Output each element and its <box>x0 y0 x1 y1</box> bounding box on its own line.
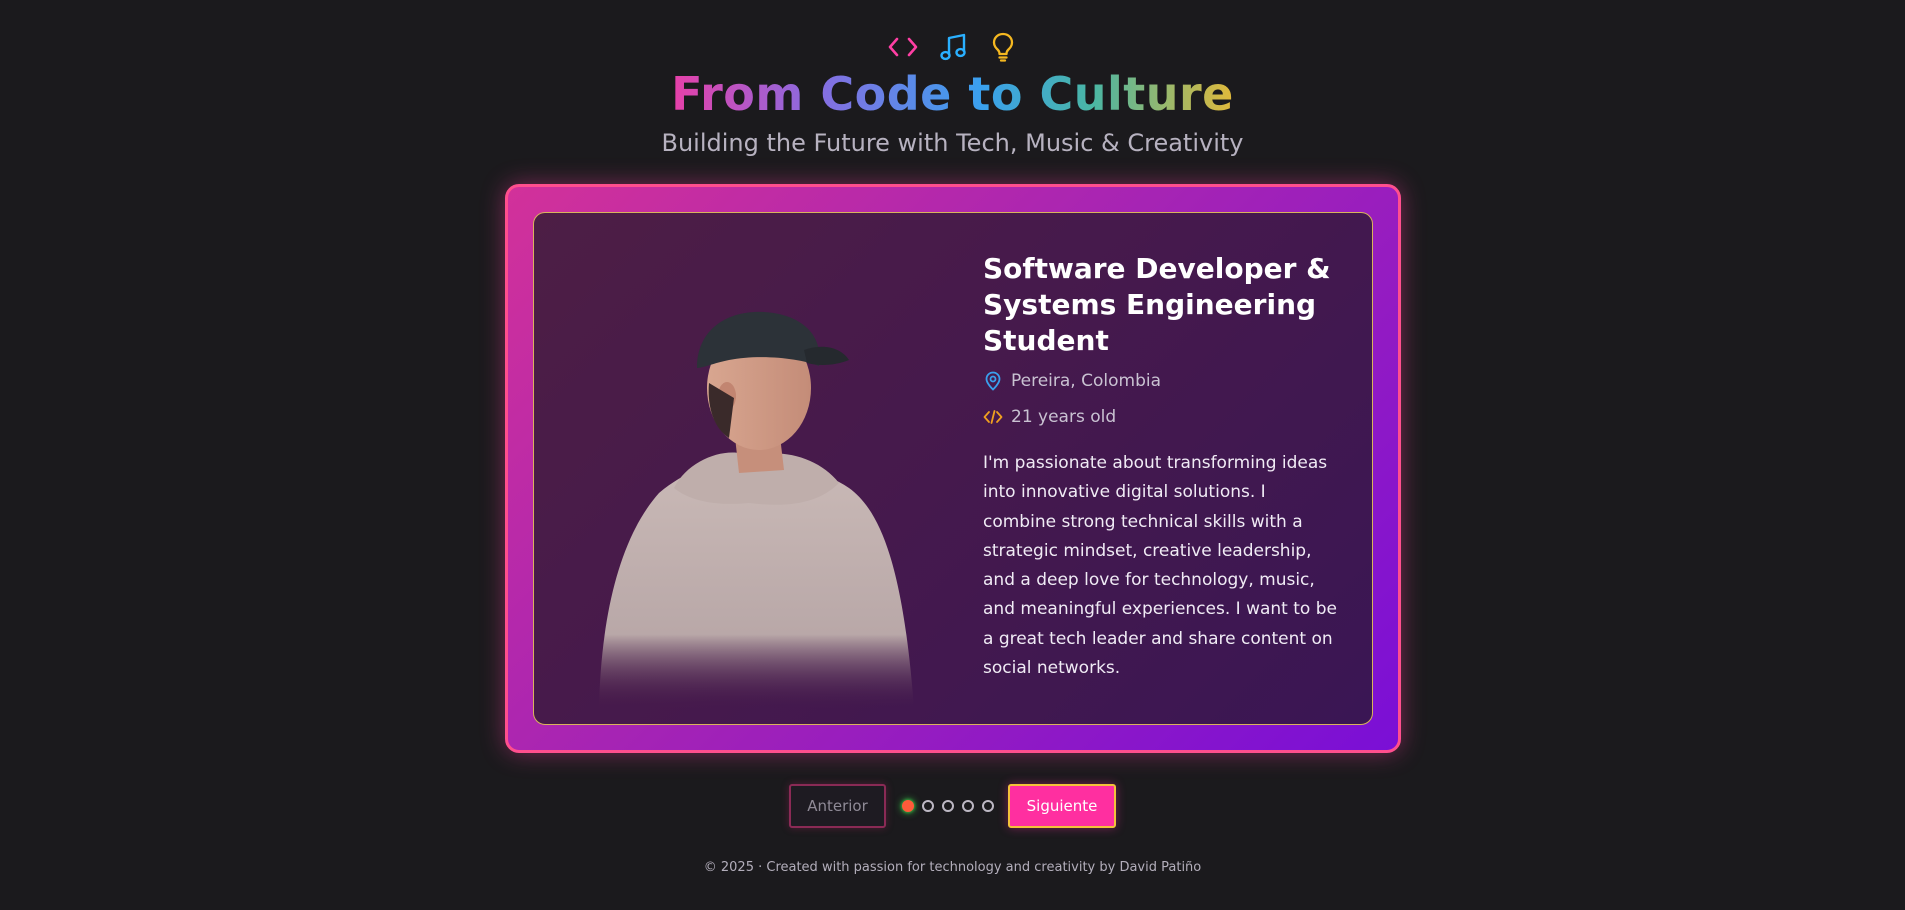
page: From Code to Culture Building the Future… <box>0 0 1905 910</box>
profile-role: Software Developer & Systems Engineering… <box>983 252 1331 357</box>
slide-dot-2[interactable] <box>922 800 934 812</box>
age-row: 21 years old <box>983 399 1343 435</box>
profile-bio: I'm passionate about transforming ideas … <box>983 453 1337 679</box>
profile-info: Software Developer & Systems Engineering… <box>983 251 1343 700</box>
header-icons <box>0 30 1905 64</box>
code-icon <box>983 407 1003 427</box>
slide-indicators <box>902 800 994 812</box>
page-title: From Code to Culture <box>671 67 1234 121</box>
lightbulb-icon <box>986 30 1020 64</box>
slide-dot-4[interactable] <box>962 800 974 812</box>
map-pin-icon <box>983 371 1003 391</box>
age-text: 21 years old <box>1011 407 1117 427</box>
location-row: Pereira, Colombia <box>983 363 1343 399</box>
music-note-icon <box>936 30 970 64</box>
slide-navigation: Anterior Siguiente <box>0 784 1905 828</box>
footer-credits: © 2025 · Created with passion for techno… <box>703 860 1202 875</box>
profile-card: Software Developer & Systems Engineering… <box>533 212 1373 725</box>
person-photo <box>579 288 949 708</box>
profile-card-frame: Software Developer & Systems Engineering… <box>505 184 1401 753</box>
code-icon <box>886 30 920 64</box>
slide-dot-3[interactable] <box>942 800 954 812</box>
next-button[interactable]: Siguiente <box>1008 784 1116 828</box>
previous-button[interactable]: Anterior <box>789 784 886 828</box>
location-text: Pereira, Colombia <box>1011 371 1162 391</box>
slide-dot-1[interactable] <box>902 800 914 812</box>
slide-dot-5[interactable] <box>982 800 994 812</box>
page-subtitle: Building the Future with Tech, Music & C… <box>661 129 1244 157</box>
